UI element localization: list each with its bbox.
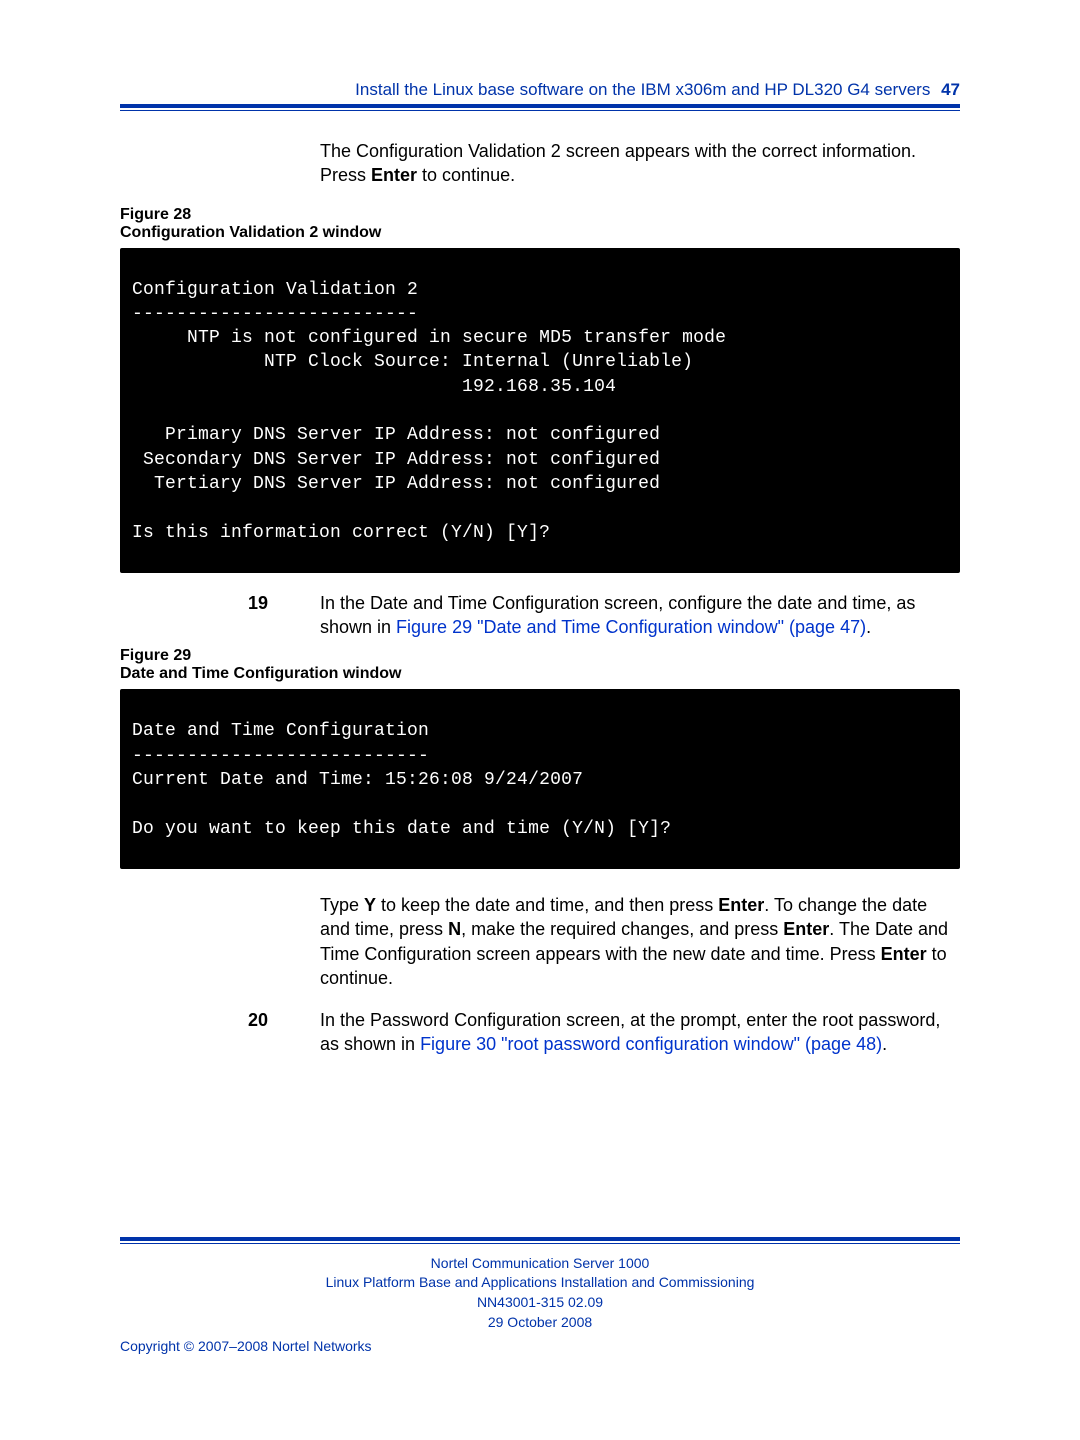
step-body: In the Date and Time Configuration scree… — [320, 591, 960, 640]
figure-29-caption: Figure 29 Date and Time Configuration wi… — [120, 647, 960, 683]
step-20: 20 In the Password Configuration screen,… — [248, 1008, 960, 1057]
step-body: In the Password Configuration screen, at… — [320, 1008, 960, 1057]
keyword-n: N — [448, 919, 461, 939]
keyword-enter: Enter — [718, 895, 764, 915]
figure-28-caption: Figure 28 Configuration Validation 2 win… — [120, 206, 960, 242]
keyword-enter: Enter — [783, 919, 829, 939]
after-figure-29-paragraph: Type Y to keep the date and time, and th… — [320, 893, 960, 990]
page-number: 47 — [941, 80, 960, 99]
page: Install the Linux base software on the I… — [0, 0, 1080, 1440]
copyright: Copyright © 2007–2008 Nortel Networks — [120, 1338, 960, 1354]
header-rule — [120, 104, 960, 111]
footer-line-2: Linux Platform Base and Applications Ins… — [120, 1273, 960, 1293]
text: to keep the date and time, and then pres… — [376, 895, 718, 915]
step-19: 19 In the Date and Time Configuration sc… — [248, 591, 960, 640]
figure-number: Figure 29 — [120, 647, 960, 665]
text: . — [882, 1034, 887, 1054]
figure-title: Date and Time Configuration window — [120, 665, 960, 683]
intro-paragraph: The Configuration Validation 2 screen ap… — [320, 139, 960, 188]
step-number: 20 — [248, 1008, 320, 1057]
footer-line-1: Nortel Communication Server 1000 — [120, 1254, 960, 1274]
step-number: 19 — [248, 591, 320, 640]
terminal-config-validation-2: Configuration Validation 2 -------------… — [120, 248, 960, 573]
footer-line-4: 29 October 2008 — [120, 1313, 960, 1333]
header-title: Install the Linux base software on the I… — [355, 80, 930, 99]
link-figure-29[interactable]: Figure 29 "Date and Time Configuration w… — [396, 617, 866, 637]
footer-block: Nortel Communication Server 1000 Linux P… — [120, 1254, 960, 1332]
text: . — [866, 617, 871, 637]
keyword-enter: Enter — [881, 944, 927, 964]
text: Type — [320, 895, 364, 915]
running-header: Install the Linux base software on the I… — [120, 80, 960, 100]
text: , make the required changes, and press — [461, 919, 783, 939]
keyword-y: Y — [364, 895, 376, 915]
footer-rule — [120, 1237, 960, 1244]
footer-line-3: NN43001-315 02.09 — [120, 1293, 960, 1313]
figure-title: Configuration Validation 2 window — [120, 224, 960, 242]
text: to continue. — [417, 165, 515, 185]
figure-number: Figure 28 — [120, 206, 960, 224]
terminal-date-time-config: Date and Time Configuration ------------… — [120, 689, 960, 868]
keyword-enter: Enter — [371, 165, 417, 185]
link-figure-30[interactable]: Figure 30 "root password configuration w… — [420, 1034, 882, 1054]
